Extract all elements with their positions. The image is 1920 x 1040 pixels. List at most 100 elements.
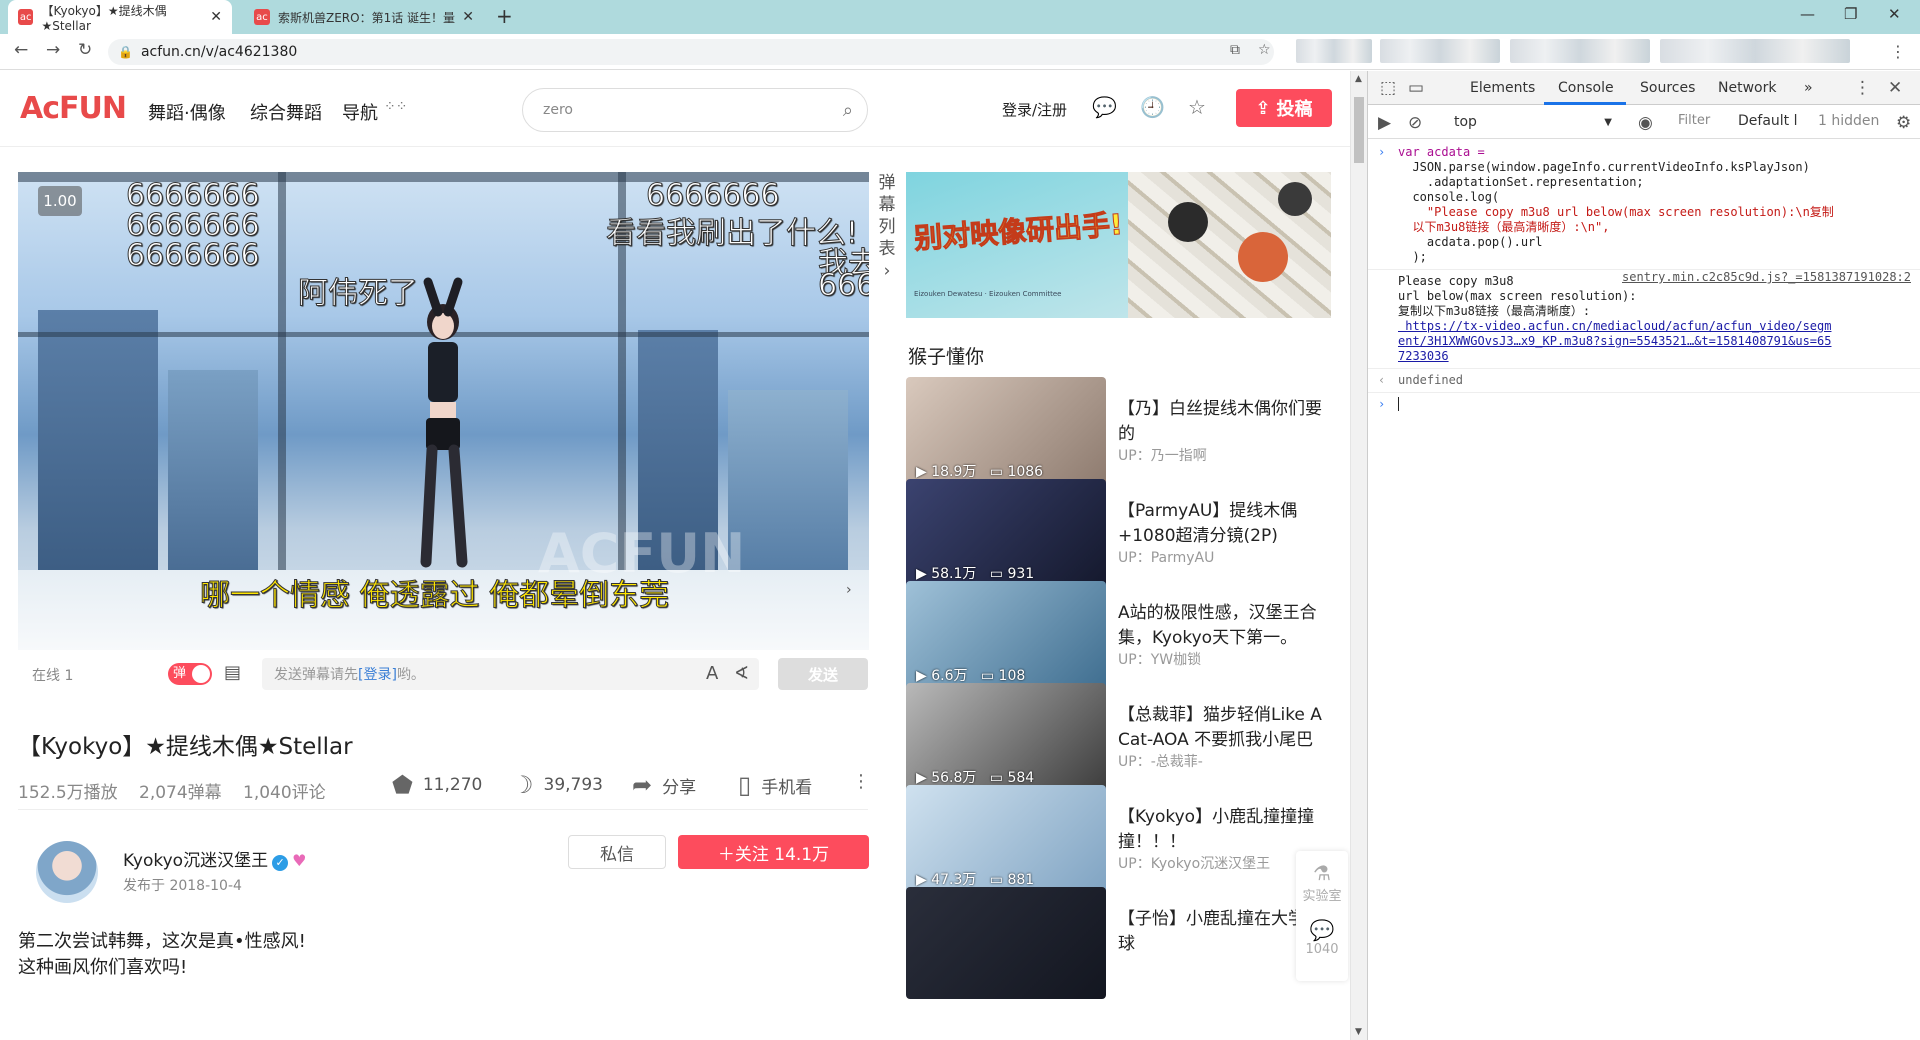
- back-icon[interactable]: ←: [14, 40, 28, 60]
- private-message-button[interactable]: 私信: [568, 835, 666, 869]
- uploader-name-row[interactable]: Kyokyo沉迷汉堡王 ✓ ♥: [123, 846, 306, 871]
- promo-banner[interactable]: 别对映像研出手! Eizouken Dewatesu · Eizouken Co…: [906, 172, 1331, 318]
- related-video-item[interactable]: ▶ 56.8万 ▭ 584 【总裁菲】猫步轻俏Like A Cat-AOA 不要抓…: [906, 683, 1331, 795]
- more-tabs-icon[interactable]: »: [1804, 80, 1813, 96]
- lab-icon[interactable]: ⚗: [1296, 861, 1348, 885]
- devtools-menu-icon[interactable]: ⋮: [1854, 78, 1871, 98]
- related-video-title[interactable]: 【ParmyAU】提线木偶+1080超清分镜(2P): [1118, 499, 1331, 549]
- new-tab-button[interactable]: +: [496, 4, 513, 28]
- console-toolbar: ▶ ⊘ top ▼ ◉ Filter Default l 1 hidden ⚙: [1368, 105, 1920, 139]
- console-settings-icon[interactable]: ⚙: [1896, 113, 1911, 133]
- text-style-icon[interactable]: A: [706, 663, 718, 684]
- bookmark-star-icon[interactable]: ☆: [1258, 42, 1271, 58]
- close-devtools-icon[interactable]: ✕: [1888, 78, 1902, 98]
- search-input[interactable]: zero ⌕: [522, 88, 868, 132]
- device-toggle-icon[interactable]: ▭: [1408, 78, 1424, 98]
- uploader-name: Kyokyo沉迷汉堡王: [123, 851, 269, 871]
- related-video-title[interactable]: 【乃】白丝提线木偶你们要的: [1118, 397, 1331, 447]
- grid-dots-icon[interactable]: ⁘⁘: [384, 99, 407, 115]
- url-field[interactable]: 🔒 acfun.cn/v/ac4621380: [108, 39, 1274, 65]
- share-button[interactable]: ➦ 分享: [632, 771, 696, 799]
- danmaku-list-toggle[interactable]: 弹幕列表 ›: [872, 172, 902, 292]
- video-player[interactable]: 1.00 6666666 6666666 6666666 6666666 看看我…: [18, 172, 869, 650]
- tab-console[interactable]: Console: [1558, 80, 1614, 96]
- chrome-menu-icon[interactable]: ⋮: [1890, 42, 1906, 61]
- video-thumbnail[interactable]: [906, 887, 1106, 999]
- related-video-title[interactable]: A站的极限性感，汉堡王合集，Kyokyo天下第一。: [1118, 601, 1331, 651]
- related-video-item[interactable]: ▶ 6.6万 ▭ 108 A站的极限性感，汉堡王合集，Kyokyo天下第一。 UP：…: [906, 581, 1331, 693]
- danmaku-login-link[interactable]: [登录]: [358, 664, 397, 684]
- related-video-uploader[interactable]: UP：Kyokyo沉迷汉堡王: [1118, 853, 1270, 873]
- related-video-item[interactable]: ▶ 18.9万 ▭ 1086 【乃】白丝提线木偶你们要的 UP：乃一指啊: [906, 377, 1331, 489]
- tab-network[interactable]: Network: [1718, 80, 1776, 96]
- more-icon[interactable]: ⋮: [852, 771, 880, 792]
- minimize-button[interactable]: —: [1800, 5, 1815, 23]
- like-button[interactable]: ⬟ 11,270: [392, 771, 482, 799]
- danmaku-mode-icon[interactable]: ∢: [734, 663, 749, 684]
- reload-icon[interactable]: ↻: [78, 40, 92, 60]
- avatar[interactable]: [36, 841, 98, 903]
- browser-tab[interactable]: ac 【Kyokyo】★提线木偶★Stellar ✕: [8, 0, 232, 34]
- related-video-title[interactable]: 【总裁菲】猫步轻俏Like A Cat-AOA 不要抓我小尾巴: [1118, 703, 1331, 753]
- scroll-up-icon[interactable]: ▲: [1355, 74, 1362, 84]
- search-icon[interactable]: ⌕: [843, 100, 853, 121]
- danmaku-settings-icon[interactable]: ▤: [224, 662, 241, 683]
- close-tab-icon[interactable]: ✕: [210, 9, 222, 25]
- inspect-icon[interactable]: ⬚: [1380, 78, 1396, 98]
- m3u8-url-link[interactable]: 7233036: [1368, 349, 1920, 364]
- related-video-title[interactable]: 【Kyokyo】小鹿乱撞撞撞撞！！！: [1118, 805, 1331, 855]
- video-thumbnail[interactable]: ▶ 18.9万 ▭ 1086: [906, 377, 1106, 489]
- related-video-uploader[interactable]: UP：乃一指啊: [1118, 445, 1207, 465]
- related-video-uploader[interactable]: UP：YW枷锁: [1118, 649, 1201, 669]
- context-select[interactable]: top ▼: [1448, 111, 1618, 133]
- video-thumbnail[interactable]: ▶ 58.1万 ▭ 931: [906, 479, 1106, 591]
- close-window-button[interactable]: ✕: [1888, 5, 1901, 23]
- favorites-icon[interactable]: ☆: [1188, 95, 1206, 119]
- history-icon[interactable]: 🕘: [1140, 95, 1165, 119]
- nav-general-dance[interactable]: 综合舞蹈: [250, 99, 322, 125]
- scroll-down-icon[interactable]: ▼: [1355, 1027, 1362, 1037]
- video-thumbnail[interactable]: ▶ 47.3万 ▭ 881: [906, 785, 1106, 897]
- console-output[interactable]: › var acdata = JSON.parse(window.pageInfo…: [1368, 139, 1920, 415]
- comment-icon[interactable]: 💬: [1296, 918, 1348, 942]
- translate-icon[interactable]: ⧉: [1230, 42, 1240, 58]
- acfun-logo[interactable]: AcFUN: [20, 91, 127, 126]
- danmaku-input[interactable]: 发送弹幕请先 [登录] 哟。 A ∢: [262, 658, 759, 690]
- nav-dance-idol[interactable]: 舞蹈·偶像: [148, 99, 226, 125]
- scrollbar-thumb[interactable]: [1354, 97, 1364, 163]
- clear-console-icon[interactable]: ⊘: [1408, 113, 1422, 133]
- follow-button[interactable]: ＋关注 14.1万: [678, 835, 869, 869]
- tab-sources[interactable]: Sources: [1640, 80, 1695, 96]
- tab-elements[interactable]: Elements: [1470, 80, 1535, 96]
- banana-button[interactable]: ☽ 39,793: [512, 771, 603, 799]
- video-thumbnail[interactable]: ▶ 56.8万 ▭ 584: [906, 683, 1106, 795]
- mobile-watch-button[interactable]: ▯ 手机看: [738, 771, 812, 799]
- send-danmaku-button[interactable]: 发送: [778, 658, 868, 690]
- playback-speed-badge[interactable]: 1.00: [38, 186, 82, 216]
- comment-count[interactable]: 1,040评论: [243, 778, 326, 803]
- eye-icon[interactable]: ◉: [1638, 113, 1653, 133]
- submit-upload-button[interactable]: ⇪ 投稿: [1236, 89, 1332, 127]
- related-video-item[interactable]: ▶ 47.3万 ▭ 881 【Kyokyo】小鹿乱撞撞撞撞！！！ UP：Kyokyo…: [906, 785, 1331, 897]
- related-video-item[interactable]: 【子怡】小鹿乱撞在大学篮球: [906, 887, 1331, 999]
- browser-tab[interactable]: ac 索斯机兽ZERO：第1话 诞生！量 ✕: [244, 0, 484, 34]
- related-video-uploader[interactable]: UP：-总裁菲-: [1118, 751, 1203, 771]
- page-scrollbar[interactable]: ▲ ▼: [1350, 71, 1367, 1040]
- m3u8-url-link[interactable]: https://tx-video.acfun.cn/mediacloud/acf…: [1368, 319, 1920, 334]
- video-thumbnail[interactable]: ▶ 6.6万 ▭ 108: [906, 581, 1106, 693]
- sidebar-toggle-icon[interactable]: ▶: [1378, 113, 1391, 133]
- related-video-uploader[interactable]: UP：ParmyAU: [1118, 547, 1214, 567]
- nav-navigation[interactable]: 导航: [342, 99, 378, 125]
- related-video-item[interactable]: ▶ 58.1万 ▭ 931 【ParmyAU】提线木偶+1080超清分镜(2P) U…: [906, 479, 1331, 591]
- log-text: Please copy m3u8: [1398, 274, 1514, 288]
- log-levels-select[interactable]: Default l: [1738, 113, 1798, 129]
- console-prompt[interactable]: ›: [1368, 392, 1920, 415]
- close-tab-icon[interactable]: ✕: [462, 9, 474, 25]
- danmaku-toggle[interactable]: 弹: [168, 663, 212, 685]
- filter-input[interactable]: Filter: [1674, 113, 1744, 133]
- forward-icon[interactable]: →: [46, 40, 60, 60]
- maximize-button[interactable]: ❐: [1844, 5, 1857, 23]
- login-link[interactable]: 登录/注册: [1002, 99, 1067, 120]
- message-icon[interactable]: 💬: [1092, 95, 1117, 119]
- m3u8-url-link[interactable]: ent/3H1XWWGOvsJ3…x9_KP.m3u8?sign=5543521…: [1368, 334, 1920, 349]
